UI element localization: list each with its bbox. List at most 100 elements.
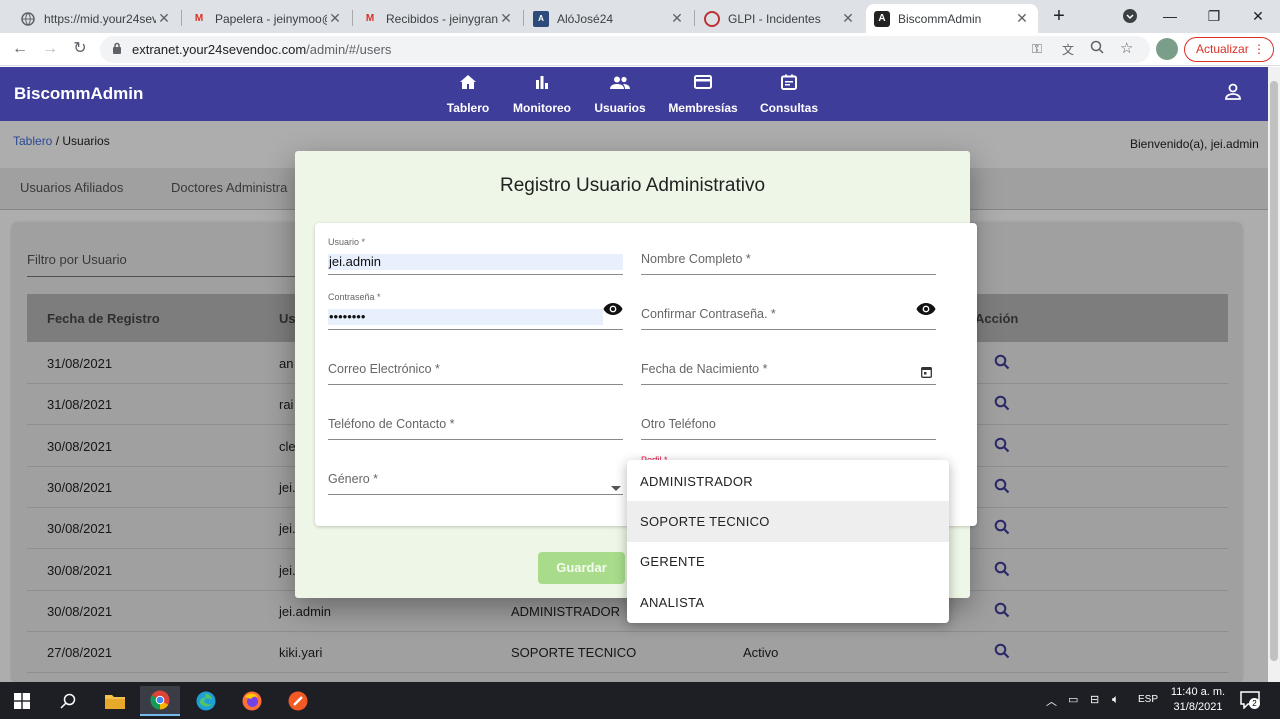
volume-icon[interactable]: 🔈︎ (1112, 692, 1119, 707)
alojose-icon: A (533, 10, 549, 27)
visibility-icon[interactable] (916, 302, 936, 321)
option-gerente[interactable]: GERENTE (627, 541, 949, 582)
translate-icon[interactable]: 文 (1062, 41, 1074, 58)
browser-tab-strip: https://mid.your24sev ✕ M Papelera - jei… (0, 0, 1280, 33)
angular-icon: A (874, 10, 890, 27)
windows-start-icon[interactable] (2, 686, 42, 716)
telefono-field[interactable]: Teléfono de Contacto * (328, 388, 623, 440)
option-soporte-tecnico[interactable]: SOPORTE TECNICO (627, 501, 949, 542)
browser-tab[interactable]: https://mid.your24sev ✕ (12, 4, 180, 33)
nav-label: Membresías (668, 101, 738, 115)
forward-arrow-icon[interactable]: → (38, 37, 62, 61)
usuario-label: Usuario * (328, 237, 366, 247)
tab-title: https://mid.your24sev (44, 11, 156, 26)
tab-title: Recibidos - jeinygran (386, 11, 498, 26)
file-explorer-icon[interactable] (95, 686, 135, 716)
nav-usuarios[interactable]: Usuarios (594, 67, 646, 121)
profile-avatar[interactable] (1156, 38, 1178, 60)
notification-icon[interactable]: 2 (1240, 691, 1260, 714)
browser-tab[interactable]: M Papelera - jeinymoo@ ✕ (183, 4, 351, 33)
correo-label: Correo Electrónico * (328, 362, 440, 376)
browser-tab[interactable]: GLPI - Incidentes ✕ (696, 4, 864, 33)
browser-toolbar: ← → ↻ extranet.your24sevendoc.com/admin/… (0, 33, 1280, 66)
nombre-completo-field[interactable]: Nombre Completo * (641, 223, 936, 275)
scrollbar-thumb[interactable] (1270, 81, 1278, 661)
close-icon[interactable]: ✕ (669, 10, 685, 27)
nav-consultas[interactable]: Consultas (760, 67, 818, 121)
browser-tab-active[interactable]: A BiscommAdmin ✕ (866, 4, 1038, 33)
fecha-nacimiento-field[interactable]: Fecha de Nacimiento * (641, 333, 936, 385)
update-button[interactable]: Actualizar ⋮ (1184, 37, 1274, 62)
restore-button[interactable]: ❐ (1194, 4, 1234, 28)
save-button[interactable]: Guardar (538, 552, 625, 584)
confirmar-contrasena-field[interactable]: Confirmar Contraseña. * (641, 278, 936, 330)
minimize-button[interactable]: — (1150, 4, 1190, 28)
contrasena-value: •••••••• (328, 309, 603, 325)
battery-icon[interactable]: ▭ (1068, 693, 1078, 706)
telefono-label: Teléfono de Contacto * (328, 417, 455, 431)
reload-icon[interactable]: ↻ (68, 37, 92, 61)
nombre-completo-label: Nombre Completo * (641, 252, 751, 266)
new-tab-button[interactable]: + (1039, 4, 1079, 28)
close-window-button[interactable]: ✕ (1238, 4, 1278, 28)
zoom-icon[interactable] (1090, 40, 1104, 59)
key-icon[interactable]: ⚿ (1032, 41, 1042, 57)
search-icon[interactable] (48, 686, 88, 716)
close-icon[interactable]: ✕ (498, 10, 514, 27)
app-orange-icon[interactable] (278, 686, 318, 716)
browser-tab[interactable]: A AlóJosé24 ✕ (525, 4, 693, 33)
back-arrow-icon[interactable]: ← (8, 37, 32, 61)
url-host: extranet.your24sevendoc.com (132, 42, 307, 57)
calendar-icon[interactable] (921, 365, 932, 383)
close-icon[interactable]: ✕ (327, 10, 343, 27)
browser-tab[interactable]: M Recibidos - jeinygran ✕ (354, 4, 522, 33)
card-icon (666, 67, 740, 97)
nav-label: Consultas (760, 101, 819, 115)
usuario-field[interactable]: Usuario * jei.admin (328, 223, 623, 275)
fecha-nacimiento-label: Fecha de Nacimiento * (641, 362, 768, 376)
otro-telefono-field[interactable]: Otro Teléfono (641, 388, 936, 440)
usuario-value: jei.admin (328, 254, 623, 270)
contrasena-field[interactable]: Contraseña * •••••••• (328, 278, 623, 330)
contrasena-label: Contraseña * (328, 292, 381, 302)
dialog-title: Registro Usuario Administrativo (499, 175, 766, 196)
nav-label: Monitoreo (513, 101, 571, 115)
confirmar-contrasena-label: Confirmar Contraseña. * (641, 307, 776, 321)
option-administrador[interactable]: ADMINISTRADOR (627, 461, 949, 502)
account-icon[interactable] (1224, 83, 1242, 106)
genero-select[interactable]: Género * (328, 443, 623, 495)
otro-telefono-label: Otro Teléfono (641, 417, 716, 431)
system-clock[interactable]: 11:40 a. m. 31/8/2021 (1166, 685, 1230, 715)
nav-tablero[interactable]: Tablero (446, 67, 490, 121)
lock-icon[interactable] (112, 42, 122, 60)
genero-label: Género * (328, 472, 379, 486)
close-icon[interactable]: ✕ (1014, 10, 1030, 27)
gmail-icon: M (194, 13, 204, 24)
clock-time: 11:40 a. m. (1170, 686, 1226, 698)
clock-date: 31/8/2021 (1173, 701, 1223, 713)
tab-search-icon[interactable] (1110, 4, 1150, 28)
home-icon (446, 67, 490, 97)
language-indicator[interactable]: ESP (1138, 694, 1158, 705)
vertical-scrollbar[interactable] (1268, 67, 1280, 682)
calendar-icon (760, 67, 818, 97)
correo-field[interactable]: Correo Electrónico * (328, 333, 623, 385)
option-analista[interactable]: ANALISTA (627, 582, 949, 623)
bar-chart-icon (512, 67, 572, 97)
close-icon[interactable]: ✕ (840, 10, 856, 27)
chevron-up-icon[interactable]: ︿ (1046, 693, 1057, 709)
nav-monitoreo[interactable]: Monitoreo (512, 67, 572, 121)
tab-title: Papelera - jeinymoo@ (215, 11, 327, 26)
visibility-icon[interactable] (603, 302, 623, 321)
more-icon[interactable]: ⋮ (1253, 38, 1265, 61)
bookmark-star-icon[interactable]: ☆ (1120, 39, 1133, 57)
address-bar[interactable]: extranet.your24sevendoc.com/admin/#/user… (100, 36, 1150, 63)
windows-taskbar: ︿ ▭ ⊟ 🔈︎ ESP 11:40 a. m. 31/8/2021 2 (0, 682, 1280, 719)
edge-icon[interactable] (186, 686, 226, 716)
close-icon[interactable]: ✕ (156, 10, 172, 27)
nav-membresias[interactable]: Membresías (666, 67, 740, 121)
app-brand[interactable]: BiscommAdmin (14, 84, 143, 104)
chrome-icon[interactable] (140, 686, 180, 716)
firefox-icon[interactable] (232, 686, 272, 716)
network-icon[interactable]: ⊟ (1090, 693, 1099, 706)
